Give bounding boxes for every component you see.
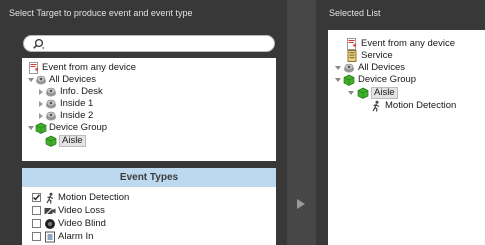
device-group-icon — [45, 135, 57, 147]
svg-text:*: * — [353, 43, 357, 51]
checkbox[interactable] — [32, 206, 41, 215]
event-any-icon: * — [29, 62, 39, 75]
tree-item-label: Aisle — [59, 135, 86, 147]
panel-divider — [287, 0, 316, 245]
motion-detection-icon — [46, 192, 54, 204]
camera-dome-icon — [46, 111, 56, 121]
tree-item-label: Event from any device — [361, 38, 455, 49]
device-group-icon — [35, 122, 47, 134]
tree-item-label: Info. Desk — [60, 86, 103, 97]
checkbox[interactable] — [32, 193, 41, 202]
event-any-icon: * — [347, 38, 357, 51]
tree-item-label: Inside 1 — [60, 98, 94, 109]
video-loss-icon — [44, 206, 56, 216]
target-panel: Select Target to produce event and event… — [0, 0, 287, 245]
device-group-icon — [357, 87, 369, 99]
event-type-label: Motion Detection — [58, 192, 130, 203]
motion-detection-icon — [372, 100, 380, 112]
expanded-arrow-icon[interactable] — [346, 87, 356, 99]
event-type-label: Alarm In — [58, 231, 94, 242]
devices-icon — [36, 75, 46, 85]
checkmark-icon — [33, 194, 41, 201]
selected-list-tree: * Event from any device Service All Devi… — [328, 30, 485, 245]
search-icon — [33, 38, 45, 49]
checkbox[interactable] — [32, 232, 41, 241]
devices-icon — [344, 63, 354, 73]
add-to-list-button[interactable] — [297, 199, 305, 209]
tree-item-label: Aisle — [371, 87, 398, 99]
search-input[interactable] — [23, 35, 275, 52]
expanded-arrow-icon[interactable] — [333, 74, 343, 86]
device-group-icon — [343, 74, 355, 86]
camera-dome-icon — [46, 99, 56, 109]
tree-item-label: Inside 2 — [60, 110, 94, 121]
tree-item-label: Motion Detection — [385, 100, 457, 111]
tree-item-label: Device Group — [358, 74, 417, 85]
alarm-in-icon — [45, 231, 55, 243]
tree-item-label: Event from any device — [42, 62, 136, 73]
video-blind-icon — [45, 219, 55, 229]
svg-text:*: * — [35, 67, 39, 75]
tree-item-label: All Devices — [49, 74, 96, 85]
selected-list-header: Selected List — [329, 8, 381, 18]
service-icon — [347, 50, 357, 62]
checkbox[interactable] — [32, 219, 41, 228]
camera-dome-icon — [46, 87, 56, 97]
event-type-label: Video Loss — [58, 205, 105, 216]
event-types-panel: Event Types Motion Detection Video Loss — [22, 168, 276, 245]
tree-item-label: Device Group — [49, 122, 108, 133]
event-types-header: Event Types — [22, 168, 276, 187]
event-type-label: Video Blind — [58, 218, 106, 229]
expanded-arrow-icon[interactable] — [333, 62, 343, 74]
target-panel-header: Select Target to produce event and event… — [9, 8, 193, 18]
tree-item-label: All Devices — [358, 62, 405, 73]
device-tree: * Event from any device All Devices Info… — [22, 58, 276, 161]
tree-item-label: Service — [361, 50, 393, 61]
